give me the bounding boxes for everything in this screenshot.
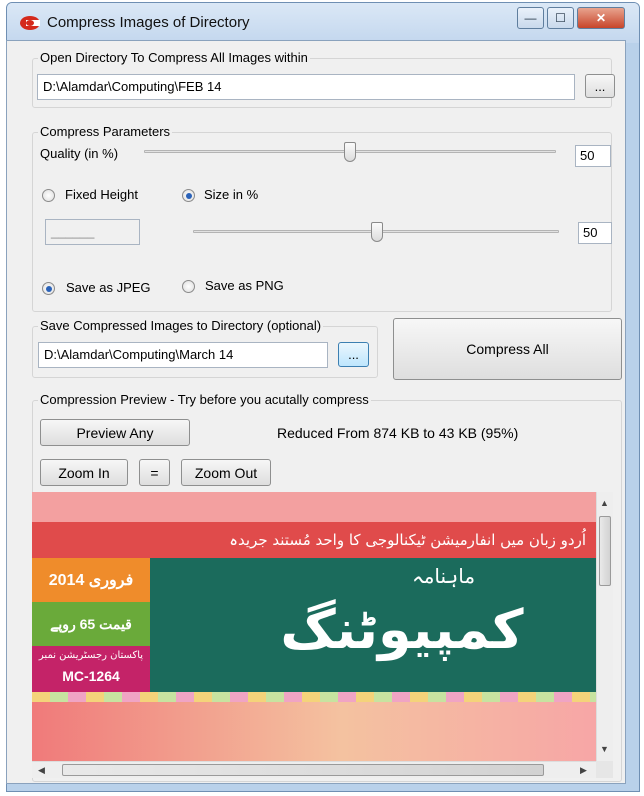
- cover-registration-label: پاکستان رجسٹریشن نمبر: [38, 650, 144, 661]
- minimize-button[interactable]: —: [517, 7, 544, 29]
- open-directory-label: Open Directory To Compress All Images wi…: [38, 50, 310, 65]
- fixed-height-label: Fixed Height: [65, 187, 138, 202]
- chevron-left-icon[interactable]: ◀: [38, 765, 45, 776]
- cover-price-box: قیمت 65 روپے: [32, 602, 150, 646]
- quality-value-input[interactable]: 50: [575, 145, 611, 167]
- cover-bottom-strip: [32, 702, 596, 761]
- size-slider-thumb[interactable]: [371, 222, 383, 242]
- preview-vertical-scrollbar[interactable]: ▲ ▼: [596, 492, 613, 761]
- zoom-out-button[interactable]: Zoom Out: [181, 459, 271, 486]
- size-percent-label: Size in %: [204, 187, 259, 202]
- preview-horizontal-scrollbar[interactable]: ◀ ▶: [32, 761, 596, 778]
- quality-label: Quality (in %): [40, 146, 119, 161]
- zoom-reset-button[interactable]: =: [139, 459, 170, 486]
- title-bar[interactable]: Compress Images of Directory — ☐ ✕: [7, 3, 639, 43]
- compression-result-text: Reduced From 874 KB to 43 KB (95%): [277, 425, 519, 441]
- source-directory-input[interactable]: D:\Alamdar\Computing\FEB 14: [37, 74, 575, 100]
- fixed-height-radio[interactable]: [42, 189, 55, 202]
- browse-source-button[interactable]: ...: [585, 74, 615, 98]
- vertical-scroll-thumb[interactable]: [599, 516, 611, 586]
- quality-slider-thumb[interactable]: [344, 142, 356, 162]
- cover-stripe: [32, 692, 596, 702]
- app-logo-icon: [19, 15, 41, 31]
- size-value-input[interactable]: 50: [578, 222, 612, 244]
- chevron-up-icon[interactable]: ▲: [600, 498, 609, 508]
- save-jpeg-radio[interactable]: [42, 282, 55, 295]
- cover-masthead: کمپیوٹنگ: [280, 598, 524, 661]
- compress-all-button[interactable]: Compress All: [393, 318, 622, 380]
- cover-monthly-label: ماہنامہ: [412, 564, 476, 588]
- window-title: Compress Images of Directory: [47, 14, 250, 31]
- browse-destination-button[interactable]: ...: [338, 342, 369, 367]
- chevron-right-icon[interactable]: ▶: [580, 765, 587, 776]
- scroll-corner: [596, 761, 613, 778]
- size-percent-radio[interactable]: [182, 189, 195, 202]
- save-directory-label: Save Compressed Images to Directory (opt…: [38, 318, 324, 333]
- cover-tagline: اُردو زبان میں انفارمیشن ٹیکنالوجی کا وا…: [32, 522, 596, 558]
- zoom-in-button[interactable]: Zoom In: [40, 459, 128, 486]
- preview-any-button[interactable]: Preview Any: [40, 419, 190, 446]
- chevron-down-icon[interactable]: ▼: [600, 744, 609, 754]
- maximize-button[interactable]: ☐: [547, 7, 574, 29]
- save-jpeg-label: Save as JPEG: [66, 280, 151, 295]
- cover-date-box: فروری 2014: [32, 558, 150, 602]
- close-button[interactable]: ✕: [577, 7, 625, 29]
- cover-top-strip: [32, 492, 596, 522]
- compress-parameters-label: Compress Parameters: [38, 124, 173, 139]
- preview-image: اُردو زبان میں انفارمیشن ٹیکنالوجی کا وا…: [32, 492, 596, 761]
- horizontal-scroll-thumb[interactable]: [62, 764, 544, 776]
- cover-registration-box: پاکستان رجسٹریشن نمبر MC-1264: [32, 646, 150, 692]
- cover-registration-number: MC-1264: [62, 668, 120, 684]
- destination-directory-input[interactable]: D:\Alamdar\Computing\March 14: [38, 342, 328, 368]
- compression-preview-label: Compression Preview - Try before you acu…: [38, 392, 371, 407]
- save-png-radio[interactable]: [182, 280, 195, 293]
- height-input[interactable]: ______: [45, 219, 140, 245]
- save-png-label: Save as PNG: [205, 278, 284, 293]
